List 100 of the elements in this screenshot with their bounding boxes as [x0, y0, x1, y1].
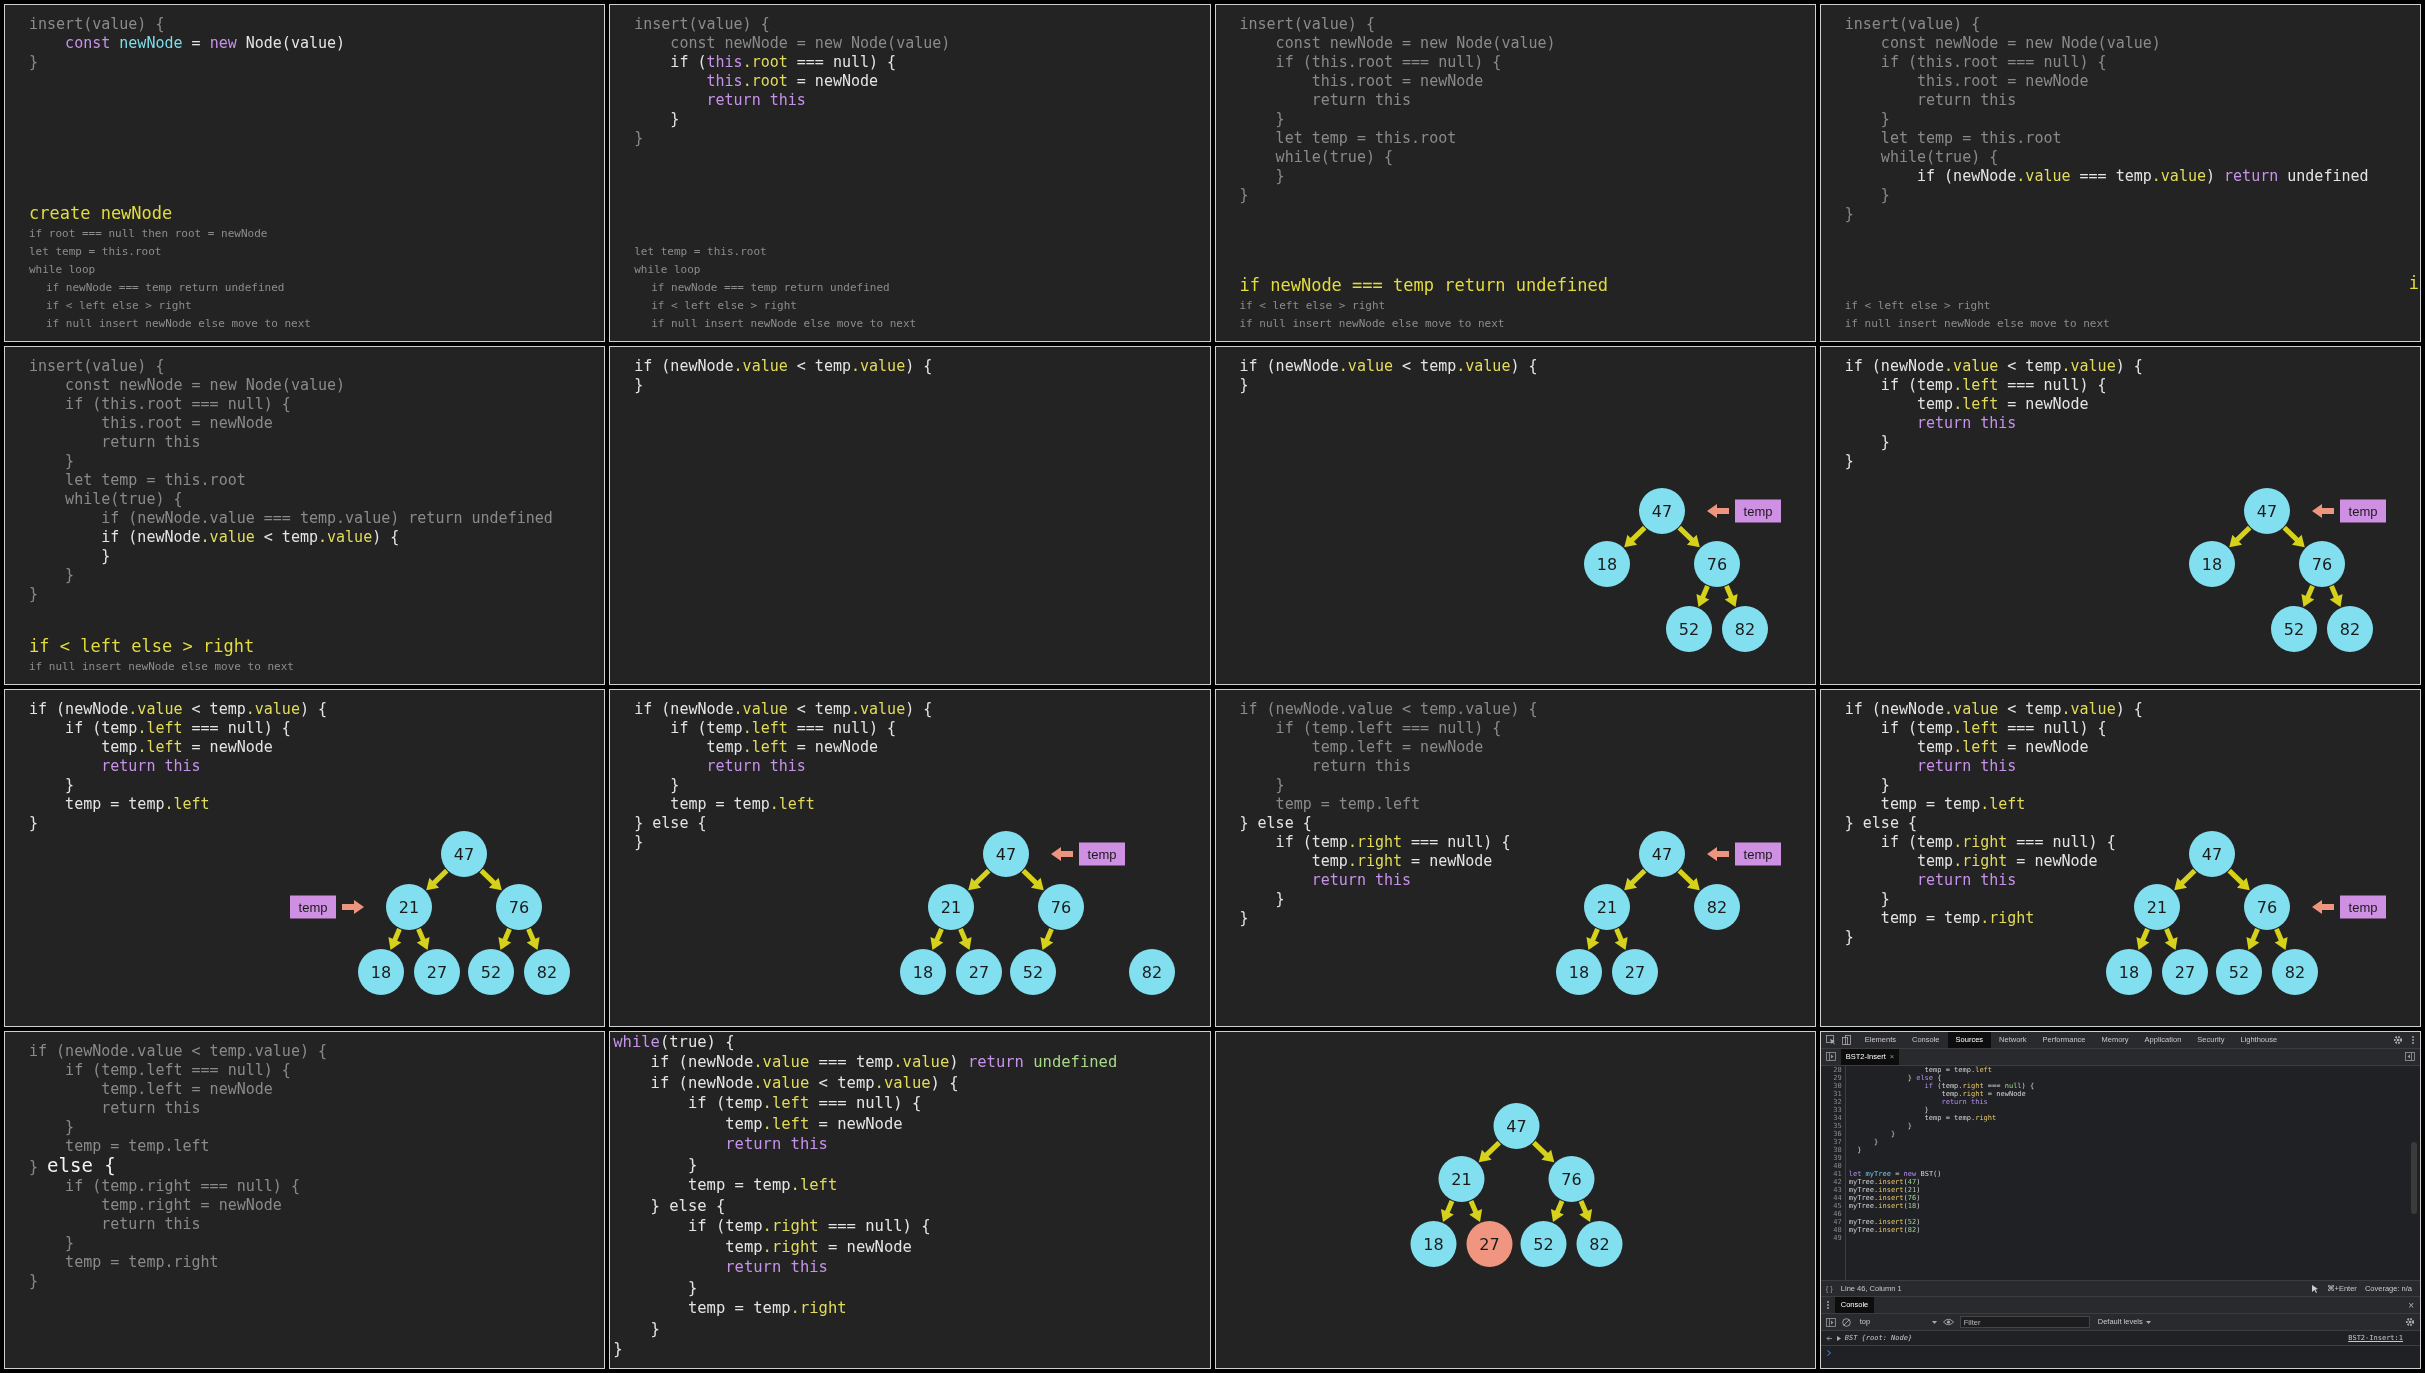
code-line: if (newNode.value === temp.value) return undefined	[649, 1052, 1118, 1073]
tree-arrow	[1578, 1199, 1592, 1222]
tree-arrow	[1531, 1140, 1554, 1163]
code-line: return this	[705, 91, 806, 110]
eye-icon[interactable]	[1942, 1318, 1954, 1326]
settings-icon[interactable]	[2393, 1034, 2403, 1045]
tree-arrow	[2227, 868, 2250, 890]
pointer-arrow	[1051, 846, 1074, 861]
code-line: if (newNode.value < temp.value) {	[649, 1072, 959, 1094]
return-arrow-icon[interactable]	[1825, 1334, 1833, 1342]
pointer-arrow	[2311, 504, 2334, 519]
caret-icon[interactable]	[2145, 1320, 2151, 1324]
code-line: if (temp.left === null) {	[64, 718, 291, 738]
code-line: insert(value) {	[29, 357, 165, 377]
note-line: let temp = this.root	[634, 244, 767, 261]
code-line: }	[1879, 110, 1890, 129]
code-line: if (newNode.value === temp.value) return undefined	[1916, 167, 2369, 186]
expand-triangle-icon[interactable]	[1836, 1335, 1841, 1341]
code-line: return this	[1310, 870, 1412, 890]
sidebar-toggle-icon[interactable]	[1825, 1317, 1836, 1327]
tree-node: 76	[1038, 883, 1085, 930]
code-line: if (newNode.value < temp.value) {	[29, 699, 328, 719]
caret-icon[interactable]	[1931, 1320, 1937, 1324]
code-line: } else {	[634, 813, 707, 833]
highlighted-note: if < left else > right	[29, 634, 255, 658]
tree-node: 82	[1129, 948, 1176, 995]
code-line: if (temp.left === null) {	[1274, 718, 1502, 738]
code-line: insert(value) {	[1239, 15, 1375, 34]
sidebar-toggle-icon[interactable]	[1825, 1052, 1836, 1062]
code-line: temp = temp.left	[1274, 794, 1421, 814]
tree-node: 47	[1638, 488, 1685, 535]
tree-node: 18	[2188, 541, 2235, 588]
tree-node: 47	[441, 830, 487, 877]
highlighted-note: create newNode	[29, 202, 173, 226]
prompt-icon[interactable]	[1826, 1350, 1831, 1356]
code-line: if (newNode.value < temp.value) {	[1844, 699, 2143, 719]
code-line: }	[1844, 927, 1854, 947]
cursor-icon[interactable]	[2310, 1283, 2319, 1294]
code-line: temp = temp.left	[1879, 794, 2026, 814]
code-line: return this	[1916, 870, 2017, 890]
tree-node: 47	[1493, 1102, 1539, 1149]
more-icon[interactable]	[1825, 1300, 1830, 1310]
code-line: if (newNode.value < temp.value) {	[1239, 699, 1538, 719]
code-line: while(true) {	[1274, 148, 1394, 167]
tree-arrow	[1613, 927, 1628, 950]
code-line: return this	[100, 1214, 201, 1234]
tree-node: 27	[1466, 1220, 1512, 1267]
note-line: if newNode === temp return undefined	[46, 280, 285, 297]
code-line: if (temp.left === null) {	[64, 1060, 291, 1080]
more-icon[interactable]	[2411, 1034, 2415, 1045]
code-line: }	[29, 813, 39, 833]
code-line: if (temp.right === null) {	[64, 1176, 300, 1196]
inspect-icon[interactable]	[1825, 1034, 1836, 1045]
code-line: if (newNode.value < temp.value) {	[1844, 357, 2143, 377]
close-button[interactable]: ×	[2408, 1297, 2414, 1313]
code-line: temp.right = newNode	[1916, 851, 2098, 871]
scrollbar-thumb[interactable]	[2411, 1141, 2417, 1214]
tree-arrow	[479, 868, 502, 890]
code-line: return this	[100, 756, 201, 776]
code-line: const newNode = new Node(value)	[669, 34, 951, 53]
clear-icon[interactable]	[1841, 1317, 1851, 1327]
code-line: let temp = this.root	[64, 471, 246, 491]
code-line: if (temp.right === null) {	[1879, 832, 2116, 852]
tree-arrow	[1550, 1199, 1564, 1222]
sidebar-toggle-icon[interactable]	[2405, 1052, 2415, 1062]
tree-arrow	[416, 927, 430, 950]
device-toolbar-icon[interactable]	[1841, 1034, 1852, 1045]
code-line: temp = temp.right	[1879, 908, 2035, 928]
tree-arrow	[2282, 526, 2305, 548]
tree-node: 21	[2133, 883, 2180, 930]
tree-node: 27	[1611, 948, 1658, 995]
tree-arrow	[1677, 868, 1700, 890]
tree-node: 76	[2298, 541, 2345, 588]
tree-arrow	[2163, 927, 2178, 950]
settings-icon[interactable]	[2405, 1317, 2415, 1327]
note-line: while loop	[29, 262, 97, 279]
code-line: } else {	[649, 1195, 726, 1217]
code-line: }	[1844, 205, 1854, 224]
pointer-label: temp	[2339, 895, 2386, 918]
code-line: while(true) {	[1879, 148, 1999, 167]
code-line: }	[634, 129, 644, 148]
code-line: if (temp.left === null) {	[669, 718, 897, 738]
code-line: }	[613, 1339, 623, 1360]
code-line: insert(value) {	[29, 15, 165, 34]
tree-node: 18	[1410, 1220, 1456, 1267]
code-line: temp.right = newNode	[724, 1236, 912, 1258]
tree-node: 52	[2215, 948, 2262, 995]
tree-node: 52	[1010, 948, 1057, 995]
code-line: let temp = this.root	[1274, 129, 1457, 148]
note-line: if null insert newNode else move to next	[29, 658, 294, 675]
note-line: if root === null then root = newNode	[29, 226, 268, 243]
tree-arrow	[2229, 526, 2252, 548]
code-line: return this	[1916, 756, 2017, 776]
tree-node: 18	[1555, 948, 1602, 995]
pointer-arrow	[2311, 899, 2334, 914]
code-line: }	[1274, 775, 1285, 795]
tree-arrow	[388, 927, 402, 950]
tree-node: 47	[2188, 830, 2235, 877]
tree-node: 52	[2270, 606, 2317, 653]
code-line: if (temp.left === null) {	[1879, 376, 2107, 396]
